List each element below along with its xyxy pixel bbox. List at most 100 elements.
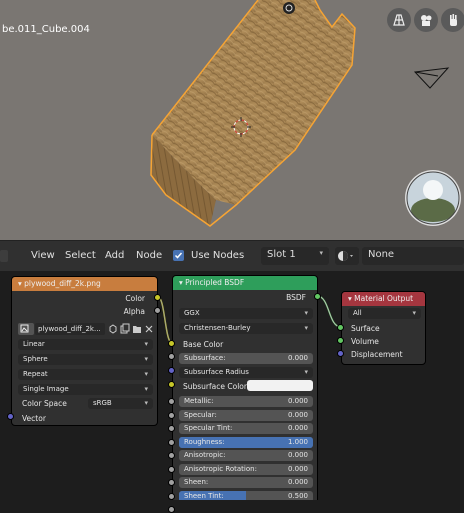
- close-icon[interactable]: [144, 323, 154, 335]
- image-browse-button[interactable]: [18, 323, 34, 335]
- subsurface-field[interactable]: Subsurface: 0.000: [179, 353, 313, 364]
- base-color-label: Base Color: [183, 340, 224, 349]
- open-folder-icon[interactable]: [132, 323, 142, 335]
- pan-view-button[interactable]: [441, 8, 464, 32]
- chevron-down-icon: ▾: [144, 355, 148, 363]
- image-node-header[interactable]: ▾ plywood_diff_2k.png: [12, 277, 157, 291]
- chevron-down-icon: ▾: [319, 249, 323, 257]
- param-label: Specular Tint:: [184, 424, 233, 432]
- image-vector-input-socket[interactable]: [7, 413, 14, 420]
- output-bsdf-label: BSDF: [286, 293, 306, 302]
- extension-dropdown[interactable]: Repeat ▾: [18, 369, 153, 380]
- image-texture-node[interactable]: ▾ plywood_diff_2k.png Color Alpha plywoo…: [11, 276, 158, 426]
- param-value: 0.000: [287, 410, 308, 419]
- chevron-down-icon: ▾: [412, 309, 416, 317]
- param-label: Anisotropic Rotation:: [184, 464, 257, 473]
- displacement-input-label: Displacement: [351, 350, 403, 359]
- volume-input-socket[interactable]: [337, 337, 344, 344]
- base-color-input-socket[interactable]: [168, 340, 175, 347]
- surface-input-socket[interactable]: [337, 324, 344, 331]
- param-value: 0.000: [287, 397, 308, 405]
- grid-icon: [393, 14, 405, 26]
- chevron-down-icon: ▾: [144, 340, 148, 348]
- param-input-socket[interactable]: [168, 492, 175, 500]
- output-color-label: Color: [125, 294, 145, 303]
- fake-user-icon[interactable]: [108, 323, 118, 335]
- param-input-socket[interactable]: [168, 452, 175, 459]
- bsdf-node-title: Principled BSDF: [185, 278, 245, 287]
- bsdf-param-field[interactable]: Specular Tint: 0.000: [179, 423, 313, 434]
- param-label: Anisotropic:: [184, 451, 226, 459]
- menu-view[interactable]: View: [31, 250, 55, 261]
- param-input-socket[interactable]: [168, 438, 175, 446]
- param-label: Metallic:: [184, 397, 214, 405]
- param-input-socket[interactable]: [168, 425, 175, 432]
- source-dropdown[interactable]: Single Image ▾: [18, 384, 153, 395]
- world-browse-button[interactable]: [335, 247, 359, 265]
- menu-node[interactable]: Node: [136, 250, 162, 261]
- image-color-output-socket[interactable]: [154, 294, 161, 301]
- param-value: 0.000: [287, 478, 308, 486]
- subsurface-radius-input-socket[interactable]: [168, 367, 175, 374]
- camera-view-button[interactable]: [414, 8, 438, 32]
- param-value: 0.500: [287, 491, 308, 500]
- param-input-socket[interactable]: [168, 465, 175, 473]
- light-gizmo-icon: [283, 2, 295, 14]
- image-alpha-output-socket[interactable]: [154, 307, 161, 314]
- material-output-title: Material Output: [354, 294, 414, 303]
- checkmark-icon: [174, 252, 183, 259]
- displacement-input-socket[interactable]: [337, 350, 344, 357]
- param-input-socket[interactable]: [168, 506, 175, 513]
- param-value: 1.000: [287, 437, 308, 446]
- hand-icon: [450, 14, 457, 26]
- vector-input-label: Vector: [22, 414, 46, 423]
- bsdf-param-field[interactable]: Roughness: 1.000: [179, 436, 313, 448]
- param-label: Sheen Tint:: [184, 491, 224, 500]
- bsdf-param-field[interactable]: Anisotropic Rotation: 0.000: [179, 463, 313, 475]
- menu-select[interactable]: Select: [65, 250, 96, 261]
- param-input-socket[interactable]: [168, 411, 175, 419]
- principled-bsdf-node[interactable]: ▾ Principled BSDF BSDF GGX ▾ Christensen-…: [172, 275, 318, 500]
- bsdf-output-socket[interactable]: [314, 293, 321, 300]
- param-value: 0.000: [287, 451, 308, 459]
- world-name-field[interactable]: None: [362, 247, 464, 265]
- volume-input-label: Volume: [351, 337, 379, 346]
- color-space-dropdown[interactable]: sRGB ▾: [88, 398, 153, 409]
- grid-view-button[interactable]: [387, 8, 411, 32]
- image-name-field[interactable]: plywood_diff_2k...: [35, 323, 105, 335]
- 3d-viewport[interactable]: be.011_Cube.004: [0, 0, 464, 240]
- slot-value: Slot 1: [267, 249, 296, 260]
- param-label: Sheen:: [184, 478, 209, 486]
- param-input-socket[interactable]: [168, 398, 175, 405]
- subsurface-input-socket[interactable]: [168, 353, 175, 360]
- hdri-preview-sphere: [405, 170, 461, 226]
- bsdf-param-field[interactable]: Metallic: 0.000: [179, 396, 313, 407]
- bsdf-node-header[interactable]: ▾ Principled BSDF: [173, 276, 317, 290]
- bsdf-param-field[interactable]: Anisotropic: 0.000: [179, 450, 313, 461]
- subsurface-method-dropdown[interactable]: Christensen-Burley ▾: [179, 323, 313, 334]
- interpolation-dropdown[interactable]: Linear ▾: [18, 339, 153, 350]
- editor-type-dropdown[interactable]: [0, 250, 8, 262]
- menu-add[interactable]: Add: [105, 250, 124, 261]
- projection-dropdown[interactable]: Sphere ▾: [18, 354, 153, 365]
- material-output-node[interactable]: ▾ Material Output All ▾ Surface Volume Di…: [341, 291, 426, 365]
- output-target-dropdown[interactable]: All ▾: [348, 308, 421, 319]
- material-output-header[interactable]: ▾ Material Output: [342, 292, 425, 306]
- node-editor-canvas[interactable]: ▾ plywood_diff_2k.png Color Alpha plywoo…: [0, 271, 464, 513]
- camera-object-icon: [413, 67, 450, 89]
- use-nodes-checkbox[interactable]: [173, 250, 184, 261]
- bsdf-param-field[interactable]: Sheen: 0.000: [179, 477, 313, 488]
- param-input-socket[interactable]: [168, 479, 175, 486]
- duplicate-icon[interactable]: [120, 323, 130, 335]
- color-space-label: Color Space: [22, 399, 67, 408]
- distribution-dropdown[interactable]: GGX ▾: [179, 308, 313, 319]
- subsurface-color-input-socket[interactable]: [168, 381, 175, 388]
- param-label: Specular:: [184, 410, 217, 419]
- subsurface-color-swatch[interactable]: [247, 380, 313, 391]
- bsdf-param-field[interactable]: Specular: 0.000: [179, 409, 313, 421]
- bsdf-param-field[interactable]: Sheen Tint: 0.500: [179, 490, 313, 500]
- slot-dropdown[interactable]: Slot 1 ▾: [261, 247, 329, 265]
- image-selector-row: plywood_diff_2k...: [18, 323, 153, 335]
- subsurface-radius-dropdown[interactable]: Subsurface Radius ▾: [179, 367, 313, 378]
- chevron-down-icon: ▾: [304, 324, 308, 332]
